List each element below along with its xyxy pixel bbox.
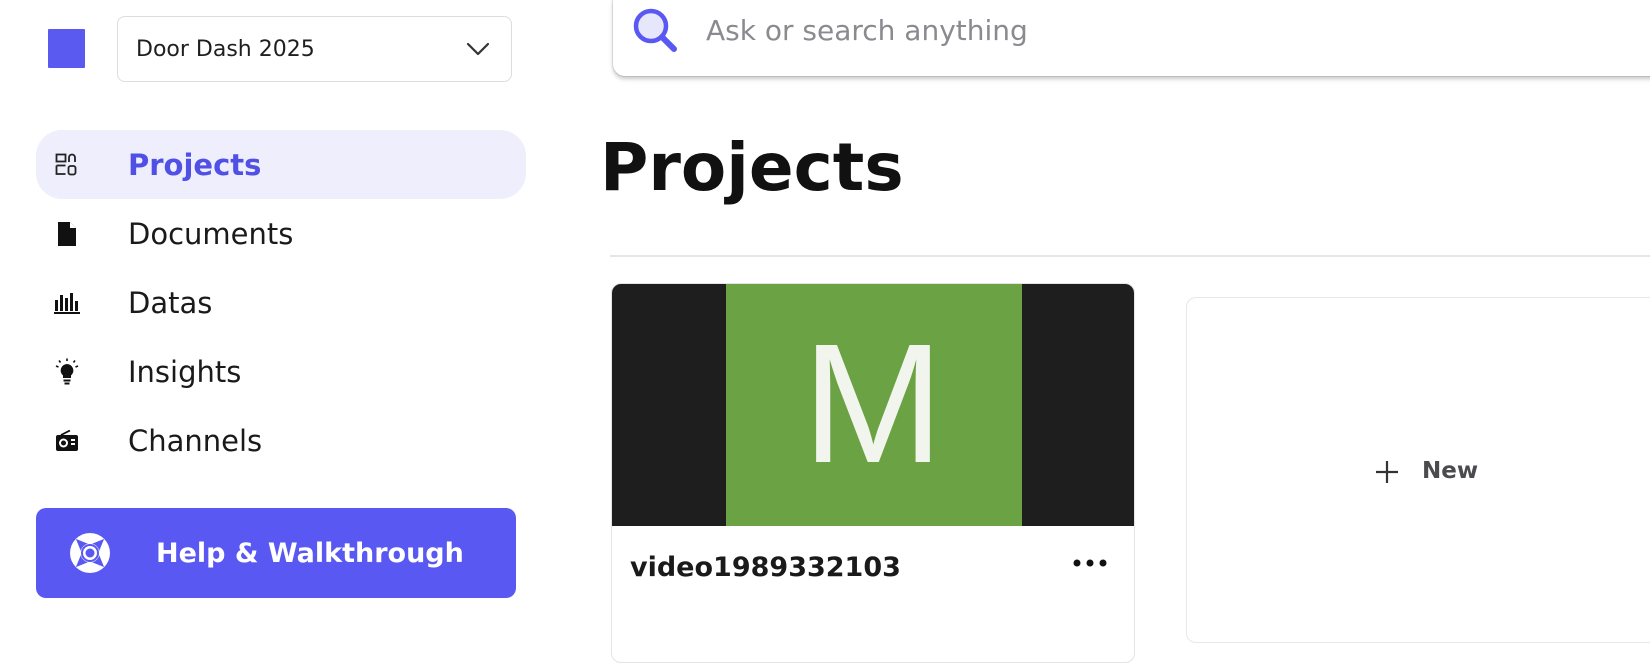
sidebar-item-projects[interactable]: Projects	[36, 130, 526, 199]
project-name: video1989332103	[630, 552, 901, 583]
more-options-button[interactable]	[1070, 548, 1110, 578]
sidebar-item-label: Datas	[128, 285, 213, 320]
sidebar-item-label: Documents	[128, 216, 294, 251]
sidebar-item-datas[interactable]: Datas	[36, 268, 526, 337]
more-horizontal-icon	[1073, 559, 1107, 567]
project-thumbnail: M	[612, 284, 1134, 526]
title-divider	[610, 255, 1650, 257]
app-logo	[48, 29, 85, 68]
sidebar-item-channels[interactable]: Channels	[36, 406, 526, 475]
thumbnail-letter: M	[802, 309, 944, 499]
sidebar-item-insights[interactable]: Insights	[36, 337, 526, 406]
workspace-select[interactable]: Door Dash 2025	[117, 16, 512, 82]
projects-grid-icon	[54, 152, 80, 178]
document-icon	[54, 221, 80, 247]
lifebuoy-icon	[70, 533, 110, 573]
radio-icon	[54, 428, 80, 454]
project-card[interactable]: M video1989332103	[611, 283, 1135, 663]
search-input[interactable]: Ask or search anything	[613, 0, 1650, 76]
search-icon	[633, 8, 677, 52]
sidebar-item-label: Channels	[128, 423, 263, 458]
sidebar-item-documents[interactable]: Documents	[36, 199, 526, 268]
help-button-label: Help & Walkthrough	[156, 537, 464, 569]
chevron-down-icon	[466, 42, 490, 56]
bar-chart-icon	[54, 290, 80, 316]
sidebar-item-label: Insights	[128, 354, 242, 389]
sidebar-nav: Projects Documents Datas Insights Channe…	[36, 130, 526, 475]
lightbulb-icon	[54, 358, 80, 385]
search-placeholder: Ask or search anything	[706, 14, 1028, 47]
help-walkthrough-button[interactable]: Help & Walkthrough	[36, 508, 516, 598]
workspace-select-value: Door Dash 2025	[136, 36, 315, 62]
page-title: Projects	[600, 129, 904, 206]
sidebar-item-label: Projects	[128, 147, 262, 182]
plus-icon	[1376, 461, 1398, 483]
new-project-card[interactable]: New	[1186, 297, 1650, 643]
new-project-label: New	[1422, 458, 1479, 484]
